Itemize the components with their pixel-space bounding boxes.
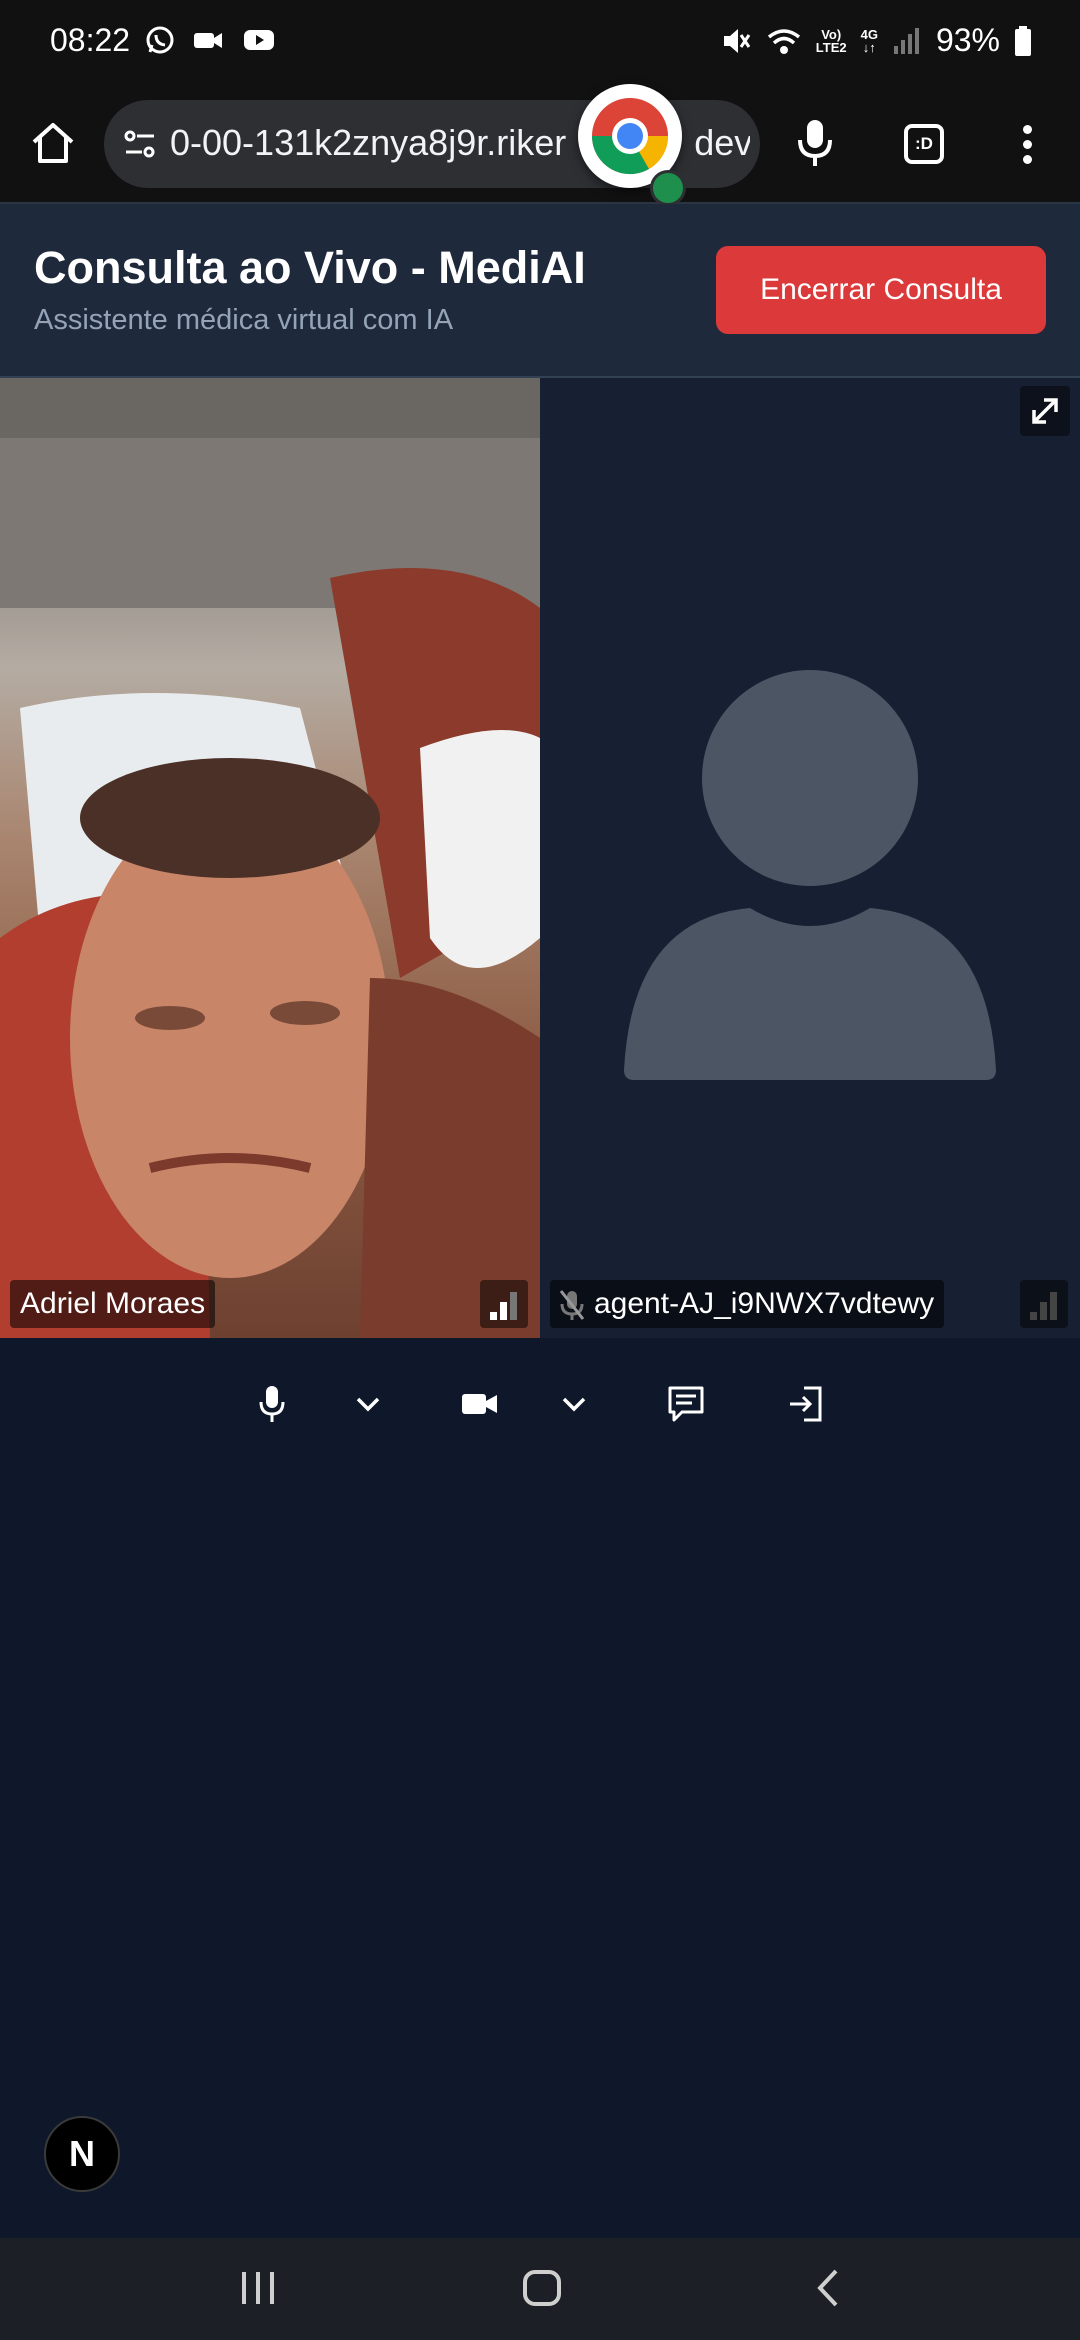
connection-quality-user xyxy=(480,1280,528,1328)
mute-icon xyxy=(723,28,751,53)
camera-button[interactable] xyxy=(452,1376,508,1432)
participant-name-user: Adriel Moraes xyxy=(10,1280,216,1328)
call-controls xyxy=(0,1376,1080,1432)
whatsapp-icon xyxy=(146,26,174,54)
chevron-down-icon xyxy=(356,1397,380,1412)
leave-button[interactable] xyxy=(778,1376,834,1432)
consultation-header: Consulta ao Vivo - MediAI Assistente méd… xyxy=(0,204,1080,378)
microphone-icon xyxy=(259,1386,285,1422)
mic-icon[interactable] xyxy=(796,118,834,168)
whatsapp-mini-icon xyxy=(650,170,686,206)
chat-icon xyxy=(668,1386,704,1422)
video-call-icon xyxy=(194,33,222,48)
avatar-placeholder-icon xyxy=(624,670,996,1080)
network-label: Vo) LTE2 xyxy=(815,26,847,55)
mic-muted-icon xyxy=(559,1290,585,1321)
expand-icon xyxy=(1032,398,1058,424)
connection-quality-agent xyxy=(1020,1280,1068,1328)
camera-feed-image xyxy=(0,378,540,1338)
chevron-down-icon xyxy=(562,1397,586,1412)
network-type: 4G ↓↑ xyxy=(860,26,878,55)
microphone-button[interactable] xyxy=(244,1376,300,1432)
battery-icon xyxy=(1015,25,1031,56)
page-subtitle: Assistente médica virtual com IA xyxy=(34,304,454,336)
participant-tile-user[interactable]: Adriel Moraes xyxy=(0,378,540,1338)
page-title: Consulta ao Vivo - MediAI xyxy=(34,242,586,293)
participant-name-agent: agent-AJ_i9NWX7vdtewy xyxy=(550,1280,945,1328)
signal-strength-icon xyxy=(490,1292,517,1320)
chat-button[interactable] xyxy=(658,1376,714,1432)
back-icon[interactable] xyxy=(808,2268,848,2308)
signal-icon xyxy=(893,27,919,54)
signal-strength-icon xyxy=(1030,1292,1057,1320)
status-time: 08:22 xyxy=(50,22,131,58)
fullscreen-button[interactable] xyxy=(1020,386,1070,436)
home-nav-icon[interactable] xyxy=(522,2268,562,2308)
wifi-icon xyxy=(767,28,800,54)
youtube-icon xyxy=(244,30,274,50)
status-app-icons xyxy=(144,24,276,56)
recent-apps-icon[interactable] xyxy=(238,2268,278,2308)
battery-percent: 93% xyxy=(935,22,1000,58)
camera-icon xyxy=(462,1394,497,1414)
browser-toolbar: 0-00-131k2znya8j9r.riker dev :D xyxy=(0,86,1080,204)
home-icon[interactable] xyxy=(28,118,78,168)
participant-tile-agent[interactable]: agent-AJ_i9NWX7vdtewy xyxy=(540,378,1080,1338)
end-consultation-button[interactable]: Encerrar Consulta xyxy=(716,246,1046,334)
leave-icon xyxy=(790,1386,822,1422)
microphone-options-button[interactable] xyxy=(340,1376,396,1432)
status-right: Vo) LTE2 4G ↓↑ 93% xyxy=(720,22,1032,59)
status-bar: 08:22 Vo) LTE2 4G ↓↑ 93% xyxy=(0,0,1080,86)
menu-icon[interactable] xyxy=(1012,122,1042,168)
url-suffix: dev xyxy=(694,122,750,163)
nextjs-dev-badge[interactable]: N xyxy=(44,2116,120,2192)
system-navigation-bar xyxy=(0,2238,1080,2340)
camera-options-button[interactable] xyxy=(546,1376,602,1432)
site-settings-icon[interactable] xyxy=(122,126,158,162)
tab-switcher-button[interactable]: :D xyxy=(904,124,944,164)
